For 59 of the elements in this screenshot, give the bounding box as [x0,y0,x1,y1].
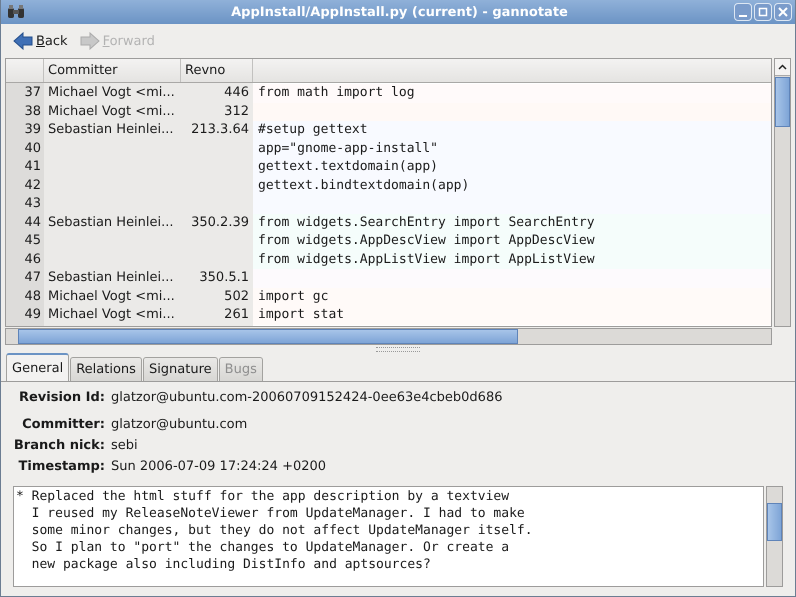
commit-message: * Replaced the html stuff for the app description by a textview I reused my ReleaseNoteViewer from UpdateManager. I had to make some minor changes, but they do not affect UpdateManager itself. So I plan to "port" the changes to UpdateManager. Or create a new package also including DistInfo and aptsources? [13,486,764,587]
line-number: 40 [23,140,42,158]
tab[interactable]: Signature [142,357,218,381]
table-cell-text: 350.5.1 [198,269,250,287]
table-cell-text: 261 [223,306,250,324]
column-header[interactable]: Committer [44,59,181,82]
close-icon [778,7,788,17]
table-cell-text: Michael Vogt <mi... [47,288,176,306]
table-cell-text: Sebastian Heinlei... [47,214,175,232]
maximize-icon [758,7,768,17]
line-number: 49 [23,306,42,324]
vertical-scrollbar[interactable] [774,58,791,327]
back-button[interactable]: Back [9,29,72,53]
minimize-icon [739,14,747,16]
field-label: Committer: [21,417,105,432]
table-cell-text: 312 [223,102,250,120]
line-number: 46 [23,250,42,268]
window-title: AppInstall/AppInstall.py (current) - gannotate [230,4,569,20]
maximize-button[interactable] [754,3,772,21]
tab[interactable]: Relations [70,357,142,381]
tab[interactable]: General [6,353,70,381]
horizontal-scrollbar[interactable] [5,328,772,345]
field-label: Branch nick: [13,438,105,453]
left-arrow-icon [13,31,33,51]
scrollbar-thumb[interactable] [18,329,518,344]
table-cell-text: 502 [223,288,250,306]
vertical-scrollbar[interactable] [766,486,783,587]
minimize-button[interactable] [734,3,752,21]
line-number: 42 [23,176,42,194]
line-number: 44 [23,214,42,232]
table-cell-text: Michael Vogt <mi... [47,84,176,102]
line-number: 38 [23,102,42,120]
scrollbar-thumb[interactable] [775,77,790,127]
scrollbar-thumb[interactable] [767,503,782,541]
binoculars-icon [7,5,25,19]
line-number: 39 [23,121,42,139]
line-number: 48 [23,288,42,306]
line-number: 45 [23,232,42,250]
field-value: sebi [111,438,139,453]
table-cell-text: Michael Vogt <mi... [47,306,176,324]
line-number: 47 [23,269,42,287]
field-value: glatzor@ubuntu.com-20060709152424-0ee63e4cbeb0d686 [111,390,504,405]
table-cell-text: Michael Vogt <mi... [47,102,176,120]
field-value: Sun 2006-07-09 17:24:24 +0200 [111,459,328,474]
close-button[interactable] [774,3,792,21]
field-label: Timestamp: [18,459,105,474]
table-cell-text: 446 [223,84,250,102]
line-number: 37 [23,84,42,102]
pane-handle[interactable] [376,347,420,352]
table-cell-text: 213.3.64 [190,121,250,139]
table-cell-text: 350.2.39 [190,214,250,232]
field-label: Revision Id: [18,390,105,405]
right-arrow-icon [80,31,100,51]
line-number: 43 [23,195,42,213]
field-value: glatzor@ubuntu.com [111,417,248,432]
table-cell-text: Sebastian Heinlei... [47,121,175,139]
column-header[interactable]: Revno [181,59,253,82]
table-cell-text: Sebastian Heinlei... [47,269,175,287]
line-number: 41 [23,158,42,176]
